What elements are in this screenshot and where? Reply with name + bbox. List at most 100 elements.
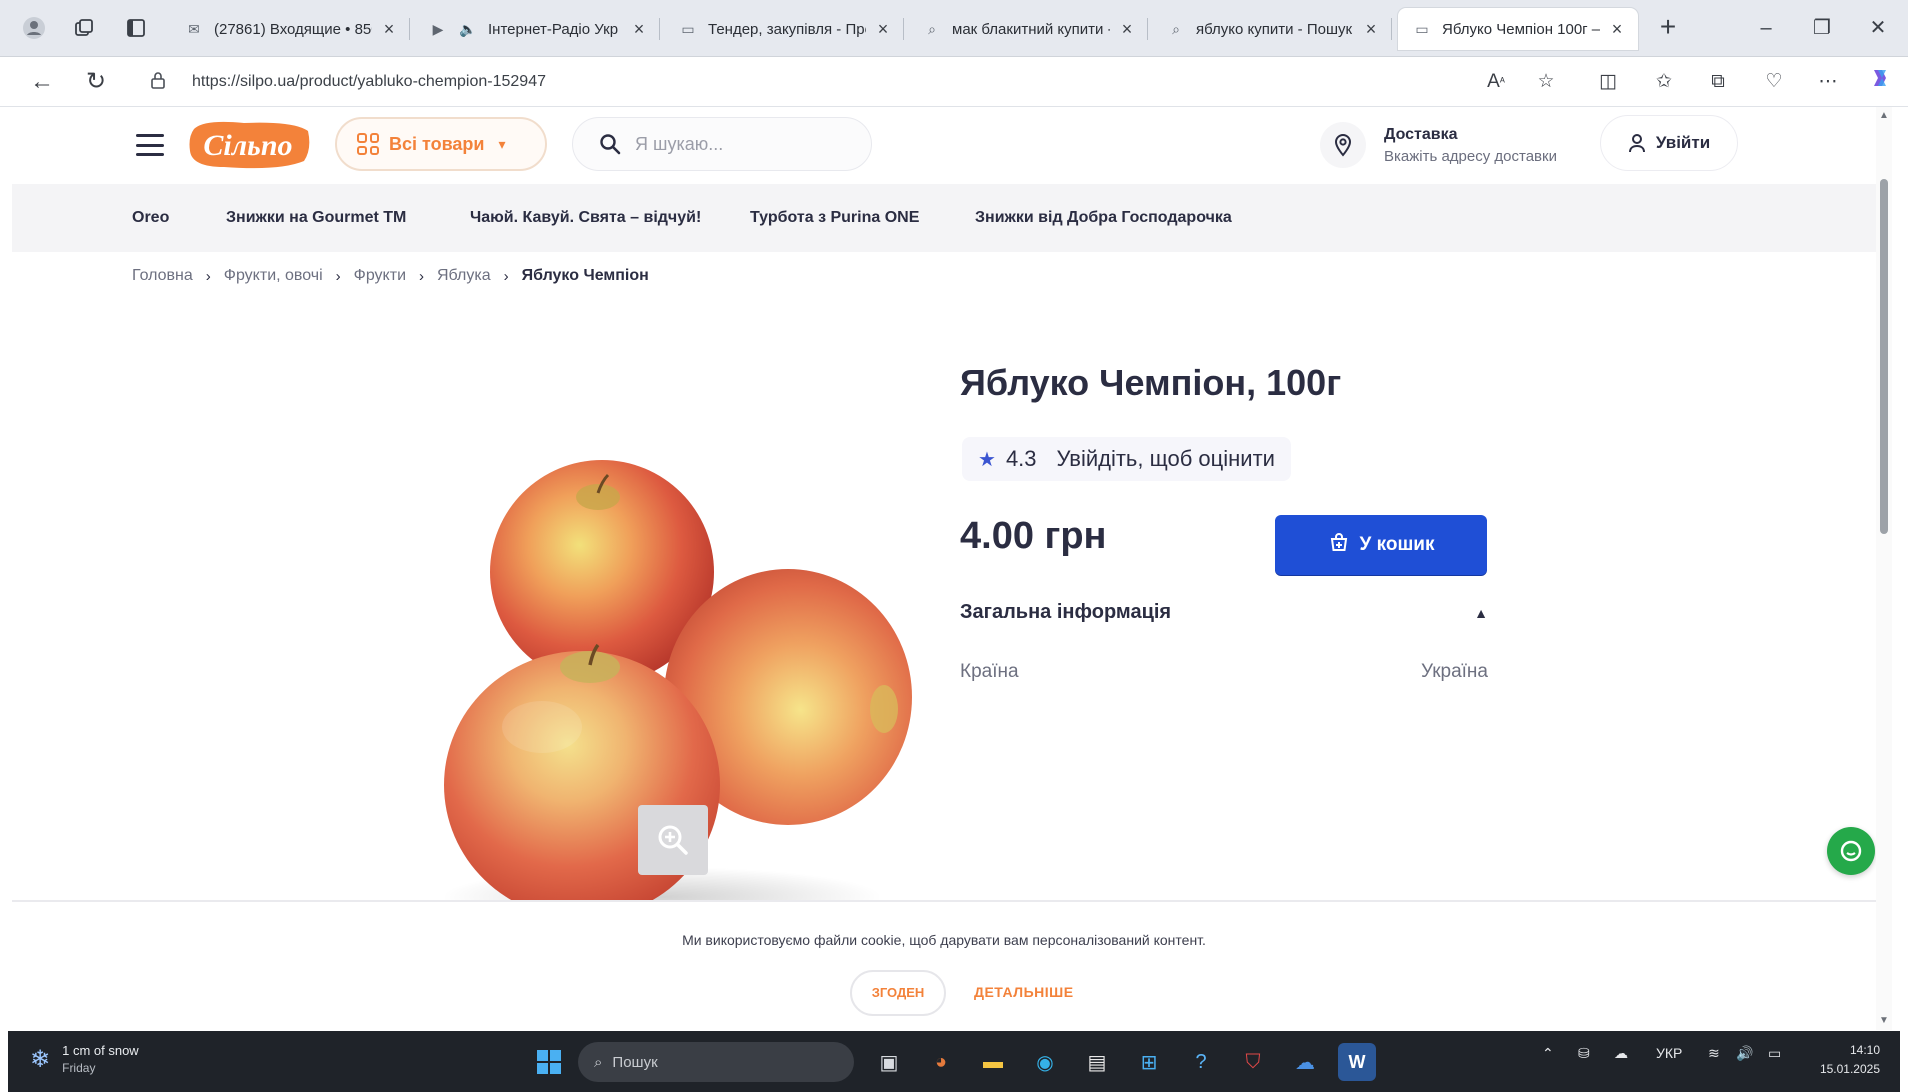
cookie-message: Ми використовуємо файли cookie, щоб дару… <box>682 932 1206 948</box>
close-tab-icon[interactable]: × <box>1606 19 1628 40</box>
login-to-rate-link[interactable]: Увійдіть, щоб оцінити <box>1057 446 1275 472</box>
page-icon: ▭ <box>1415 20 1429 37</box>
system-clock[interactable]: 14:10 15.01.2025 <box>1820 1041 1880 1079</box>
promo-link-purina[interactable]: Турбота з Purina ONE <box>750 209 919 227</box>
tab-title: Інтернет-Радіо Укр <box>488 20 619 38</box>
browser-tab[interactable]: ⌕ яблуко купити - Пошук × <box>1152 8 1392 50</box>
new-tab-button[interactable]: + <box>1650 10 1686 46</box>
cookie-details-link[interactable]: ДЕТАЛЬНІШЕ <box>974 984 1074 1000</box>
show-hidden-icons[interactable]: ⌃ <box>1542 1045 1554 1062</box>
breadcrumb-current: Яблуко Чемпіон <box>521 267 649 284</box>
volume-icon[interactable]: 🔊 <box>1736 1045 1753 1062</box>
windows-start-icon[interactable] <box>530 1043 568 1081</box>
tray-cloud-icon[interactable]: ☁ <box>1614 1045 1628 1062</box>
close-tab-icon[interactable]: × <box>628 19 650 40</box>
address-bar: ← ↻ https://silpo.ua/product/yabluko-che… <box>0 57 1908 107</box>
general-info-heading: Загальна інформація <box>960 601 1172 623</box>
menu-burger-icon[interactable] <box>132 128 168 162</box>
site-header: Сільпо Всі товари ▾ Доставка Вкажіть адр… <box>12 107 1876 184</box>
close-tab-icon[interactable]: × <box>872 19 894 40</box>
delivery-selector[interactable]: Доставка Вкажіть адресу доставки <box>1320 117 1620 173</box>
browser-tab[interactable]: ▭ Тендер, закупівля - Про × <box>664 8 904 50</box>
page-scrollbar[interactable]: ▲ ▼ <box>1876 107 1892 1030</box>
cookie-accept-button[interactable]: ЗГОДЕН <box>850 970 946 1016</box>
delivery-title: Доставка <box>1384 125 1458 143</box>
chevron-right-icon: › <box>335 267 341 285</box>
edge-browser-icon[interactable]: ◉ <box>1026 1043 1064 1081</box>
more-options-icon[interactable]: ⋯ <box>1810 66 1846 98</box>
promo-link-gourmet[interactable]: Знижки на Gourmet ТМ <box>226 209 406 227</box>
lock-icon <box>150 71 180 94</box>
page-icon: ▭ <box>681 20 695 37</box>
browser-essentials-icon[interactable]: ♡ <box>1756 66 1792 98</box>
favorite-star-icon[interactable]: ☆ <box>1528 66 1564 98</box>
close-tab-icon[interactable]: × <box>1360 19 1382 40</box>
silpo-logo[interactable]: Сільпо <box>184 117 314 173</box>
snowflake-icon: ❄ <box>30 1045 51 1073</box>
store-icon[interactable]: ▤ <box>1078 1043 1116 1081</box>
restore-button[interactable]: ❐ <box>1794 8 1850 48</box>
search-icon <box>600 134 621 155</box>
browser-tab[interactable]: ⌕ мак блакитний купити - × <box>908 8 1148 50</box>
favorites-icon[interactable]: ✩ <box>1646 66 1682 98</box>
zoom-image-button[interactable] <box>638 805 708 875</box>
close-tab-icon[interactable]: × <box>378 19 400 40</box>
file-explorer-icon[interactable]: ▬ <box>974 1043 1012 1081</box>
split-screen-icon[interactable]: ◫ <box>1590 66 1626 98</box>
scroll-down-icon[interactable]: ▼ <box>1876 1014 1892 1028</box>
refresh-icon[interactable]: ↻ <box>78 64 114 100</box>
search-input[interactable] <box>635 133 835 155</box>
promo-link-holidays[interactable]: Чаюй. Кавуй. Свята – відчуй! <box>470 209 701 227</box>
scroll-up-icon[interactable]: ▲ <box>1876 109 1892 123</box>
chat-button[interactable] <box>1827 827 1875 875</box>
close-tab-icon[interactable]: × <box>1116 19 1138 40</box>
all-products-button[interactable]: Всі товари ▾ <box>335 117 547 171</box>
language-indicator[interactable]: УКР <box>1656 1045 1682 1061</box>
speaker-icon[interactable]: 🔈 <box>458 19 478 39</box>
help-icon[interactable]: ? <box>1182 1043 1220 1081</box>
collections-icon[interactable]: ⧉ <box>1700 66 1736 98</box>
workspaces-icon[interactable] <box>66 10 102 46</box>
read-aloud-icon[interactable]: Aᴬ <box>1478 66 1514 98</box>
url-field[interactable]: https://silpo.ua/product/yabluko-chempio… <box>150 66 1500 98</box>
copilot-icon[interactable] <box>1862 66 1898 98</box>
search-icon: ⌕ <box>1172 20 1180 37</box>
weather-widget[interactable]: ❄ 1 cm of snow Friday <box>30 1043 139 1075</box>
copilot-app-icon[interactable]: ◕ <box>922 1043 960 1081</box>
breadcrumb-item[interactable]: Головна <box>132 267 193 285</box>
browser-tab[interactable]: ✉ (27861) Входящие • 850 × <box>170 8 410 50</box>
breadcrumb-item[interactable]: Фрукти, овочі <box>224 267 323 285</box>
product-rating: ★ 4.3 Увійдіть, щоб оцінити <box>962 437 1291 481</box>
general-info-toggle[interactable]: Загальна інформація ▲ <box>960 601 1488 624</box>
promo-link-oreo[interactable]: Oreo <box>132 209 169 227</box>
login-button[interactable]: Увійти <box>1600 115 1738 171</box>
taskbar-search[interactable]: ⌕ Пошук <box>578 1042 854 1082</box>
weather-title: 1 cm of snow <box>62 1043 139 1058</box>
close-window-button[interactable]: ✕ <box>1850 8 1906 48</box>
tab-actions-icon[interactable] <box>118 10 154 46</box>
promo-link-dobra-hospodarochka[interactable]: Знижки від Добра Господарочка <box>975 209 1232 227</box>
login-label: Увійти <box>1655 133 1711 152</box>
mail-icon: ✉ <box>188 20 200 37</box>
start-menu-app-icon[interactable]: ⊞ <box>1130 1043 1168 1081</box>
wifi-icon[interactable]: ≋ <box>1708 1045 1720 1062</box>
cookie-banner: Ми використовуємо файли cookie, щоб дару… <box>12 900 1876 1030</box>
cloud-app-icon[interactable]: ☁ <box>1286 1043 1324 1081</box>
browser-tab[interactable]: ▶ 🔈 Інтернет-Радіо Укр × <box>414 8 660 50</box>
promo-nav: Oreo Знижки на Gourmet ТМ Чаюй. Кавуй. С… <box>12 184 1876 252</box>
word-app-icon[interactable]: W <box>1338 1043 1376 1081</box>
security-app-icon[interactable]: ⛉ <box>1234 1043 1272 1081</box>
delivery-subtitle: Вкажіть адресу доставки <box>1384 147 1557 165</box>
breadcrumb-item[interactable]: Фрукти <box>354 267 406 285</box>
task-view-icon[interactable]: ▣ <box>870 1043 908 1081</box>
scroll-thumb[interactable] <box>1880 179 1888 534</box>
cart-icon <box>1330 533 1347 551</box>
browser-tab-active[interactable]: ▭ Яблуко Чемпіон 100г – × <box>1398 8 1638 50</box>
battery-icon[interactable]: ▭ <box>1768 1045 1781 1062</box>
breadcrumb-item[interactable]: Яблука <box>437 267 491 285</box>
profile-icon[interactable] <box>16 10 52 46</box>
back-arrow-icon[interactable]: ← <box>24 64 60 100</box>
tray-app-icon[interactable]: ⛁ <box>1578 1045 1590 1062</box>
add-to-cart-button[interactable]: У кошик <box>1275 515 1487 575</box>
minimize-button[interactable]: – <box>1738 8 1794 48</box>
